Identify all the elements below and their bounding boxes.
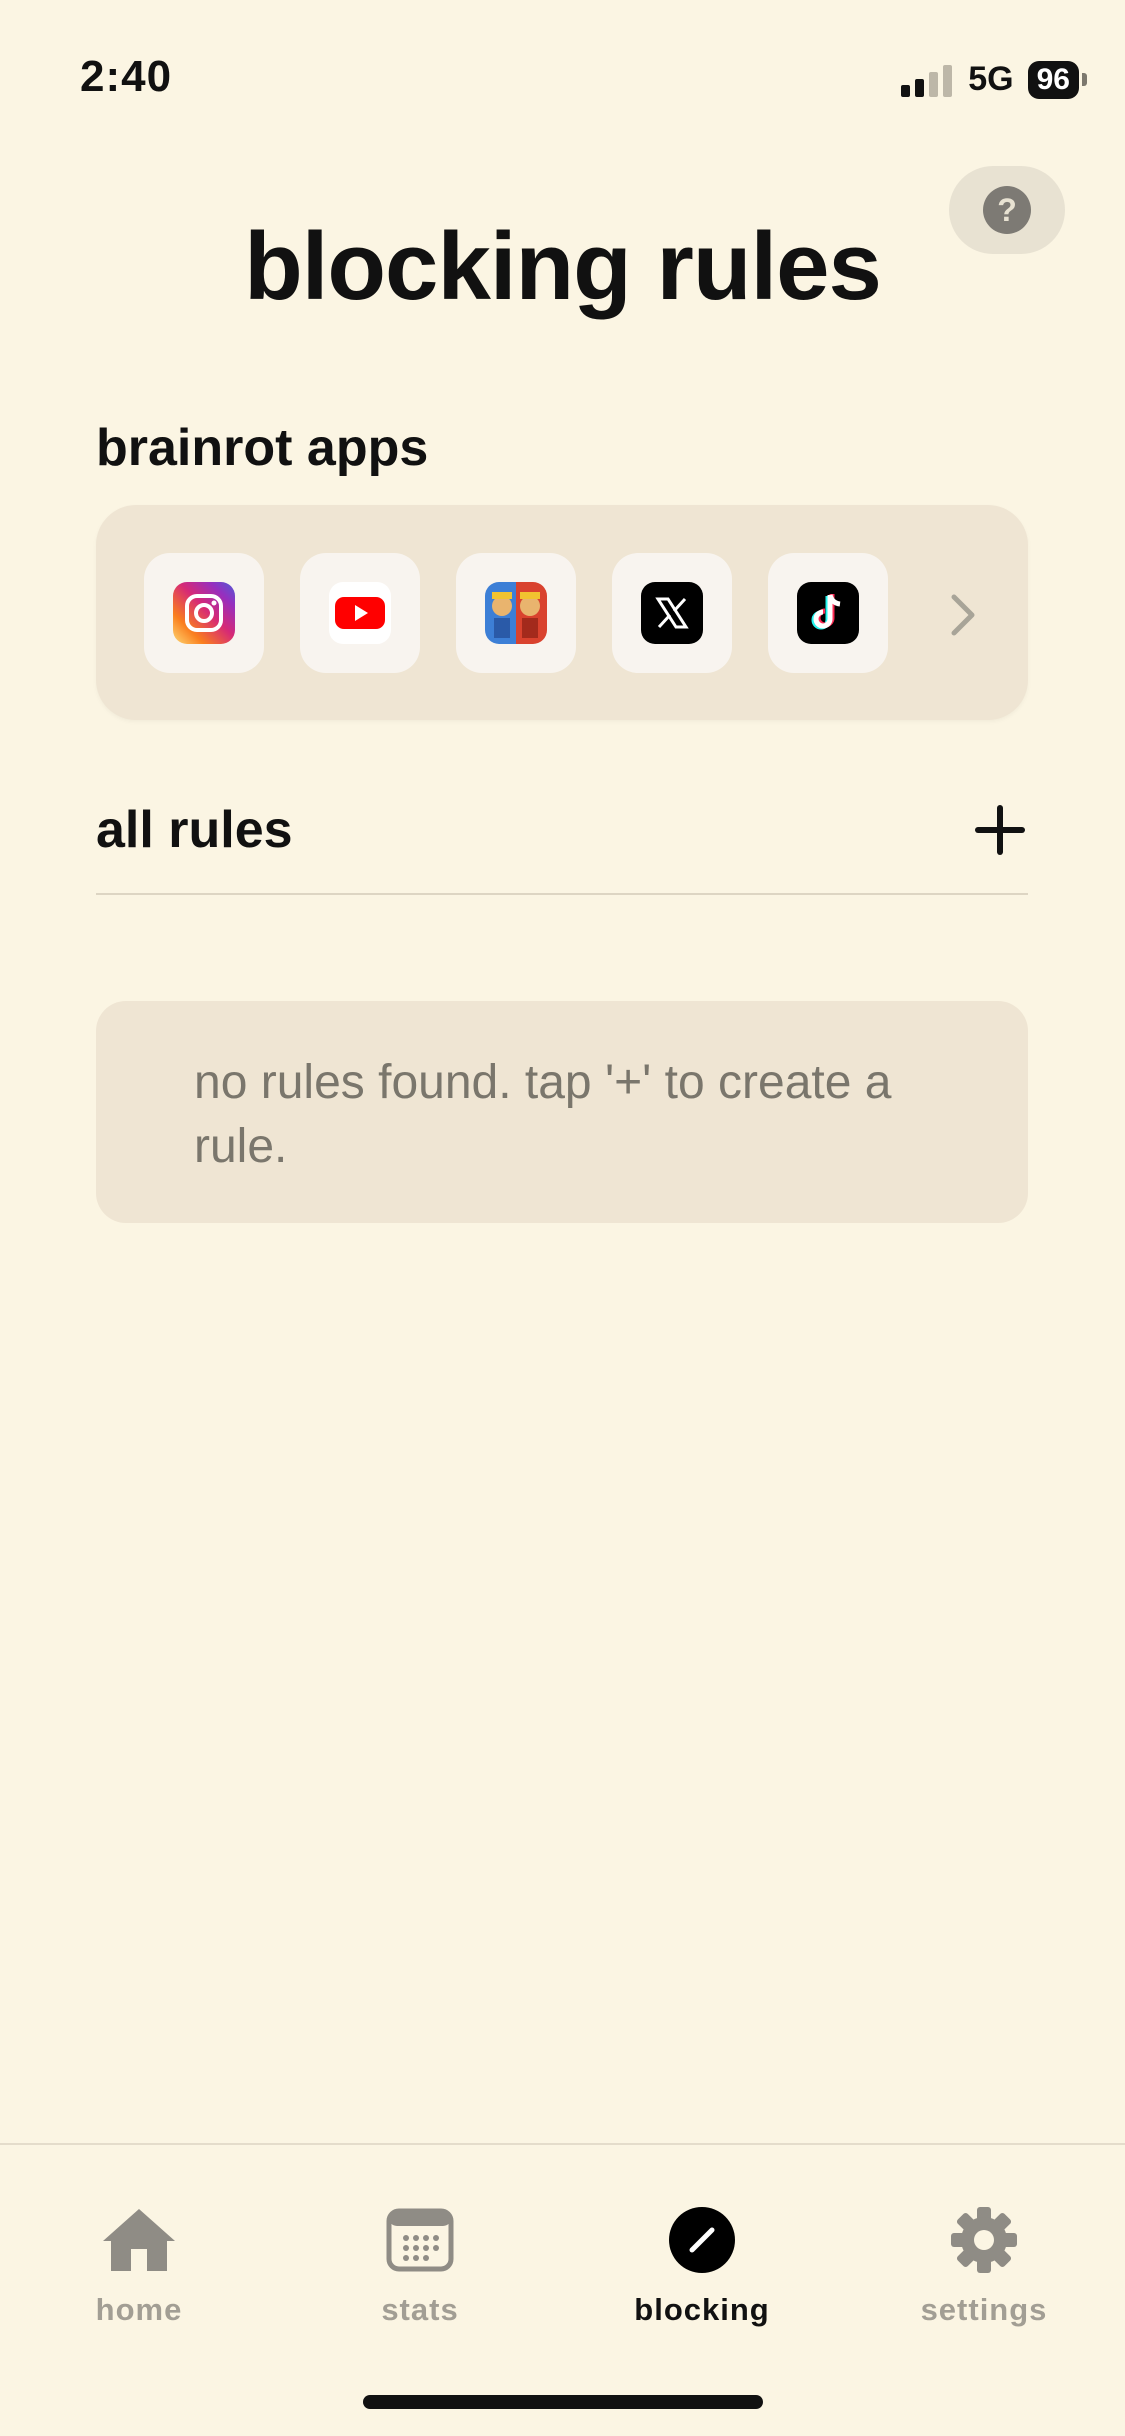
home-indicator xyxy=(363,2395,763,2409)
divider xyxy=(96,893,1028,895)
tab-settings-label: settings xyxy=(920,2292,1048,2327)
instagram-icon xyxy=(173,582,235,644)
add-rule-button[interactable] xyxy=(970,800,1030,860)
tab-stats-label: stats xyxy=(381,2292,459,2327)
app-tile-tiktok[interactable] xyxy=(768,553,888,673)
brainrot-apps-card[interactable] xyxy=(96,505,1028,720)
empty-rules-card: no rules found. tap '+' to create a rule… xyxy=(96,1001,1028,1223)
brainrot-apps-label: brainrot apps xyxy=(96,419,429,477)
all-rules-label: all rules xyxy=(96,801,293,859)
screen: 2:40 5G 96 ? blocking rules brainrot app… xyxy=(0,0,1125,2436)
plus-icon xyxy=(975,805,1025,855)
tab-settings[interactable]: settings xyxy=(884,2200,1084,2328)
network-type: 5G xyxy=(968,60,1014,98)
status-indicators: 5G 96 xyxy=(901,60,1087,99)
battery-icon: 96 xyxy=(1027,60,1087,99)
battery-level: 96 xyxy=(1027,60,1079,99)
x-icon xyxy=(641,582,703,644)
house-icon xyxy=(99,2200,179,2280)
app-tile-x[interactable] xyxy=(612,553,732,673)
tab-home-label: home xyxy=(95,2292,183,2327)
tab-home[interactable]: home xyxy=(39,2200,239,2328)
block-icon xyxy=(662,2200,742,2280)
app-tile-youtube[interactable] xyxy=(300,553,420,673)
page-title: blocking rules xyxy=(244,213,882,320)
tab-stats[interactable]: stats xyxy=(320,2200,520,2328)
app-tile-instagram[interactable] xyxy=(144,553,264,673)
tab-blocking-label: blocking xyxy=(634,2292,770,2327)
game-icon xyxy=(485,582,547,644)
calendar-icon xyxy=(380,2200,460,2280)
youtube-icon xyxy=(329,582,391,644)
tiktok-icon xyxy=(797,582,859,644)
tabbar-divider xyxy=(0,2143,1125,2145)
status-time: 2:40 xyxy=(80,52,173,101)
cellular-signal-icon xyxy=(901,63,953,97)
gear-icon xyxy=(944,2200,1024,2280)
empty-rules-message: no rules found. tap '+' to create a rule… xyxy=(194,1056,892,1173)
app-tile-clash-royale[interactable] xyxy=(456,553,576,673)
tab-blocking[interactable]: blocking xyxy=(602,2200,802,2328)
apps-row xyxy=(144,553,901,675)
chevron-right-icon[interactable] xyxy=(948,590,978,652)
